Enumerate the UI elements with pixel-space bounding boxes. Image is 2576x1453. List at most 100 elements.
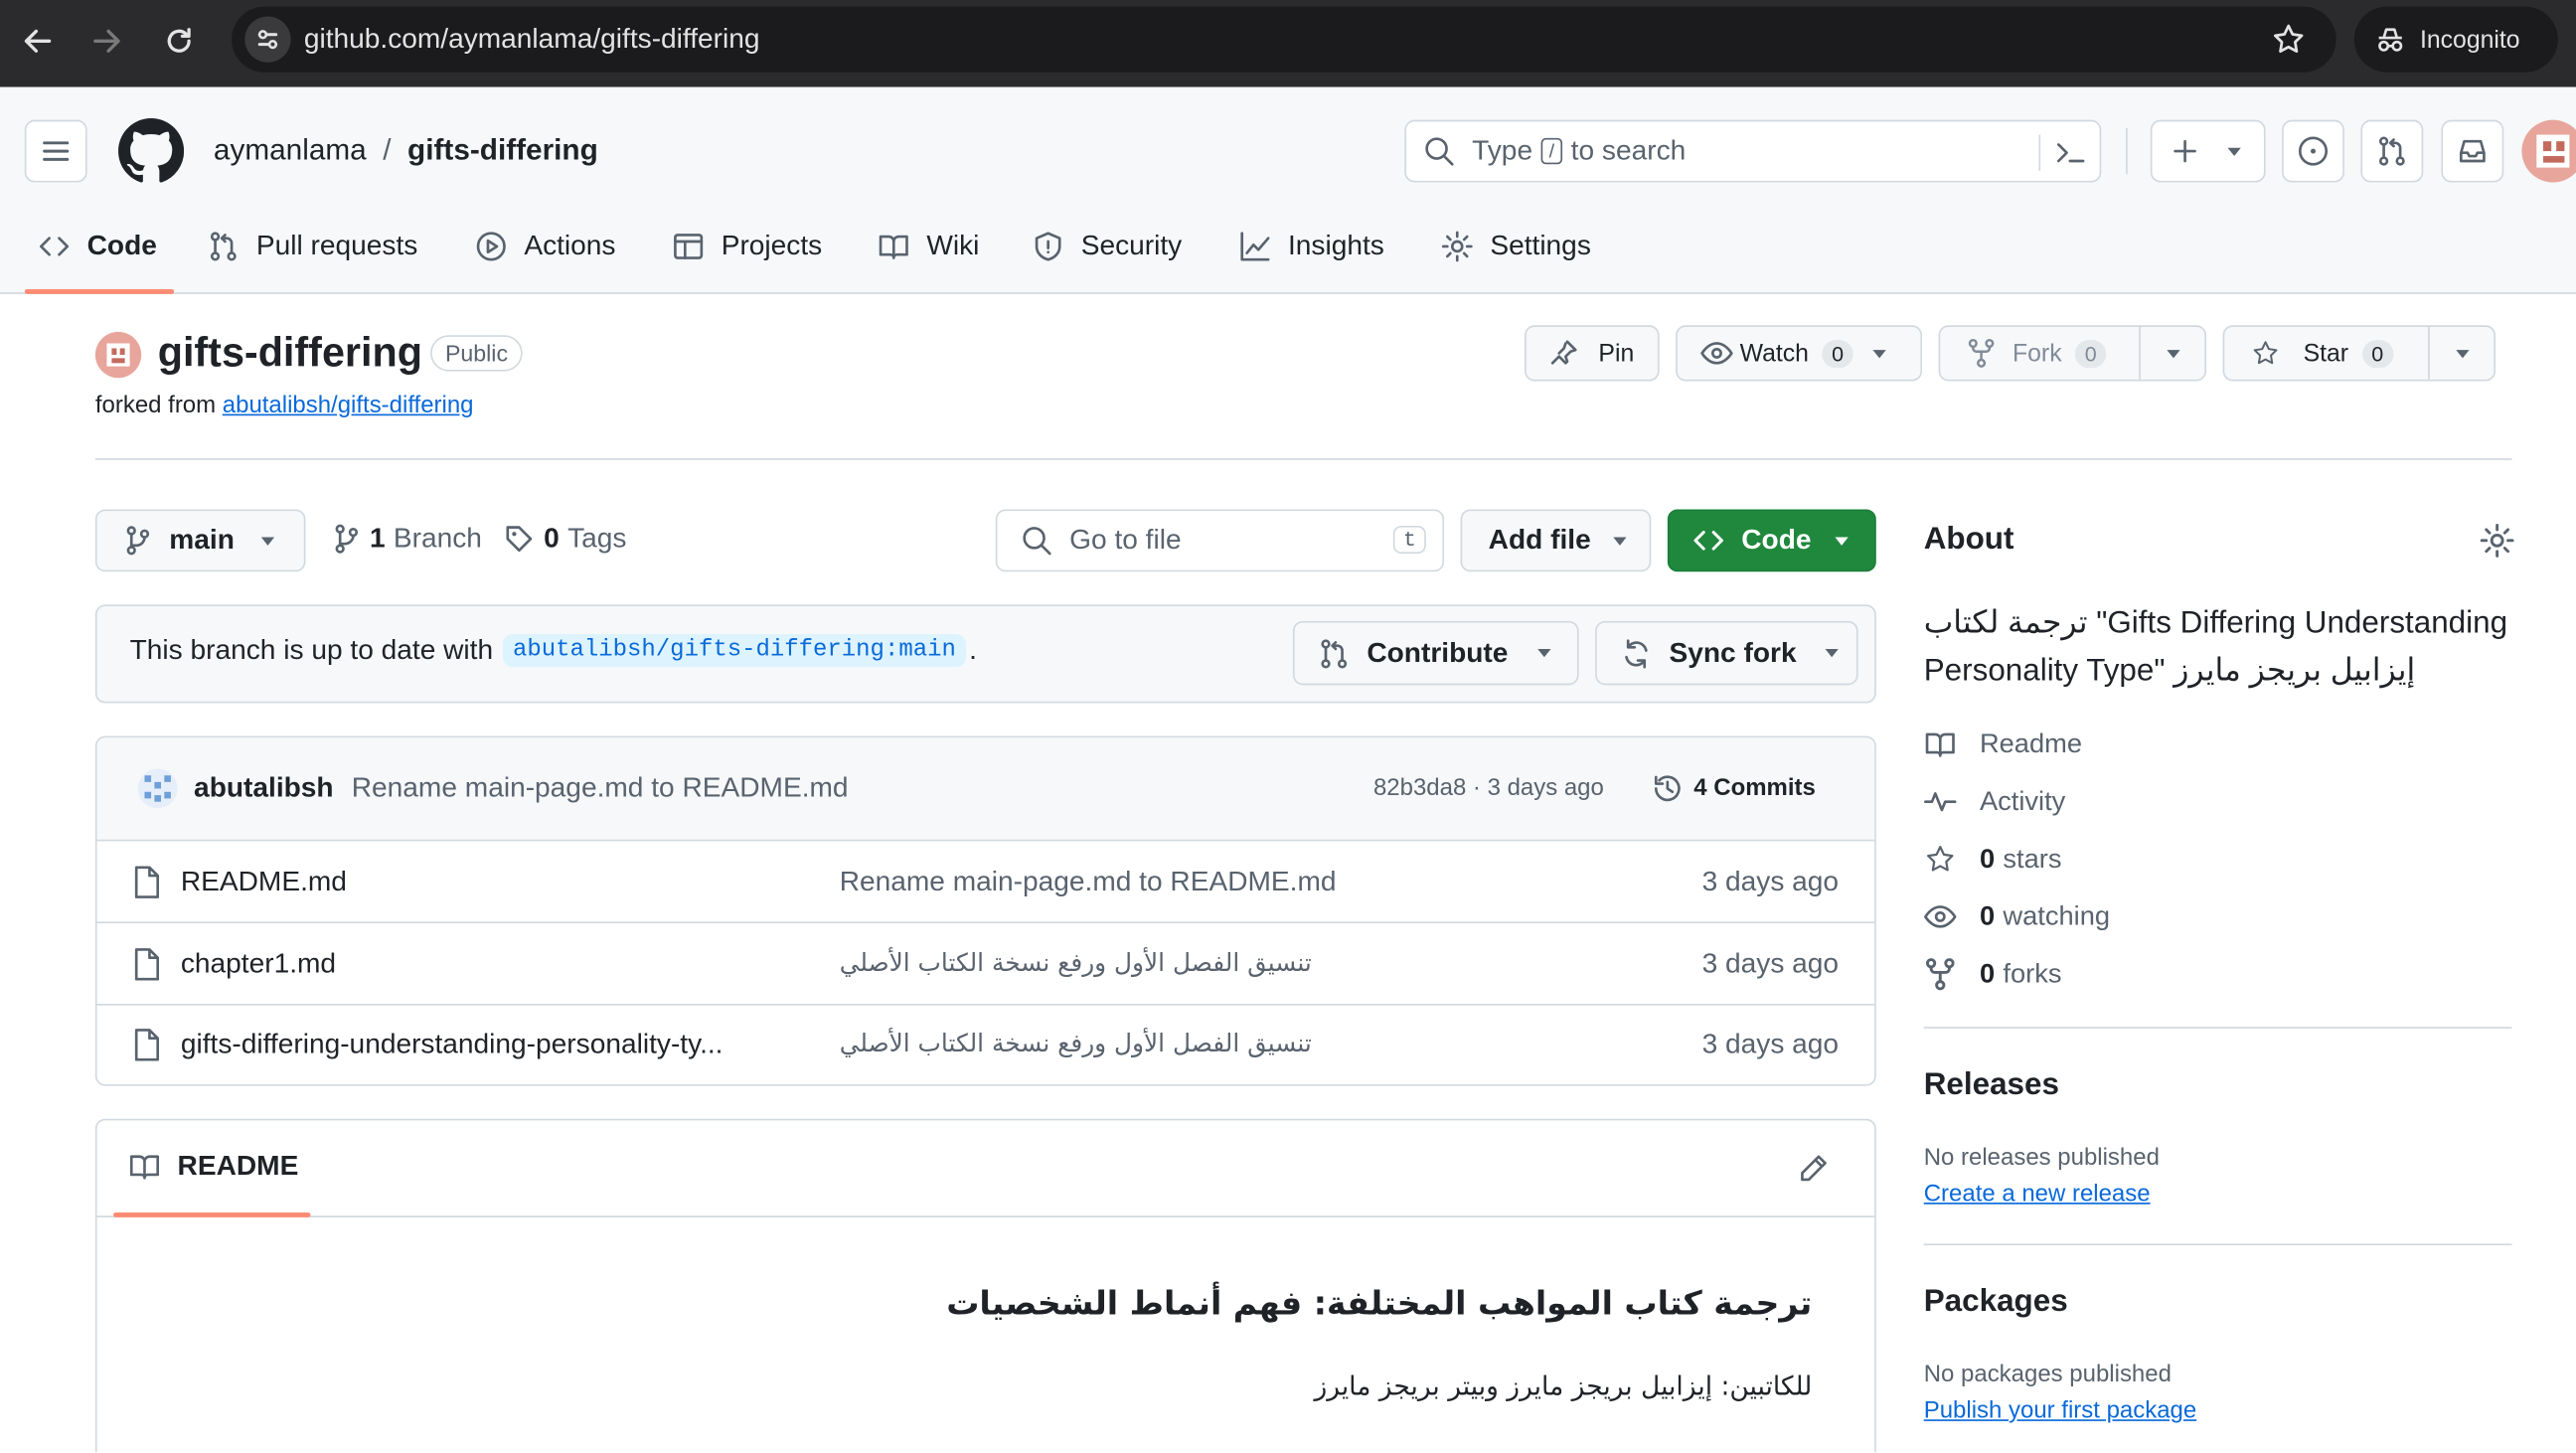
activity-link[interactable]: Activity [1924,782,2066,822]
stars-count: 0 [1979,843,1996,874]
fork-button[interactable]: Fork 0 [1938,325,2141,382]
play-icon [476,232,506,261]
book-icon [129,1155,160,1180]
pin-button[interactable]: Pin [1525,325,1660,382]
watching-label: watching [2003,900,2111,931]
chevron-down-icon [1826,648,1840,658]
tab-projects[interactable]: Projects [672,221,822,273]
issues-button[interactable] [2282,119,2344,183]
commit-author[interactable]: abutalibsh [194,772,334,805]
file-name[interactable]: chapter1.md [181,948,336,981]
tag-icon [506,526,533,553]
commit-message[interactable]: Rename main-page.md to README.md [352,772,849,805]
forward-icon[interactable] [88,23,124,59]
watch-label: Watch [1739,339,1809,368]
packages-title[interactable]: Packages [1924,1285,2068,1321]
inbox-icon [2459,139,2486,163]
star-dropdown-button[interactable] [2428,325,2496,382]
incognito-indicator[interactable]: Incognito [2353,6,2558,73]
menu-button[interactable] [24,119,87,183]
about-settings-gear-icon[interactable] [2479,523,2514,559]
chevron-down-icon [1613,536,1628,545]
stars-link[interactable]: 0 stars [1924,840,2062,880]
commit-author-avatar[interactable] [137,768,178,809]
avatar[interactable] [2521,119,2576,183]
repo-title[interactable]: gifts-differing [158,330,422,378]
commits-link[interactable]: 4 Commits [1651,772,1816,805]
watch-count: 0 [1822,339,1853,368]
tab-insights[interactable]: Insights [1238,221,1384,273]
tab-label: Projects [721,230,823,261]
fork-label: Fork [2012,339,2062,368]
file-date: 3 days ago [1701,1028,1840,1060]
repo-link[interactable]: gifts-differing [407,133,598,168]
releases-title[interactable]: Releases [1924,1067,2059,1103]
no-packages-text: No packages published [1923,1362,2172,1388]
watching-link[interactable]: 0 watching [1924,897,2110,937]
file-date: 3 days ago [1701,947,1840,980]
back-icon[interactable] [20,23,56,59]
activity-label: Activity [1979,785,2066,816]
command-palette-icon[interactable] [2050,136,2090,169]
site-info-icon[interactable] [244,16,291,63]
address-bar[interactable]: github.com/aymanlama/gifts-differing [232,6,2336,73]
code-label: Code [1741,524,1812,556]
add-file-button[interactable]: Add file [1460,509,1652,572]
sync-icon [1625,638,1648,668]
commit-meta[interactable]: 82b3da8 · 3 days ago [1373,775,1604,801]
sync-fork-button[interactable]: Sync fork [1595,620,1858,686]
file-commit-message[interactable]: تنسيق الفصل الأول ورفع نسخة الكتاب الأصل… [840,948,1312,978]
star-button[interactable]: Star 0 [2222,325,2430,382]
chevron-down-icon [260,536,274,545]
tab-actions[interactable]: Actions [475,221,615,273]
create-release-link[interactable]: Create a new release [1924,1182,2151,1208]
shield-icon [1035,232,1061,261]
branch-selector[interactable]: main [94,509,306,572]
file-name[interactable]: README.md [181,866,347,898]
github-logo-icon[interactable] [118,118,185,184]
sidebar-divider [1923,1243,2512,1246]
chevron-down-icon [1537,648,1551,658]
sync-fork-label: Sync fork [1669,636,1797,668]
file-commit-message[interactable]: تنسيق الفصل الأول ورفع نسخة الكتاب الأصل… [840,1029,1312,1058]
create-new-button[interactable] [2150,119,2266,183]
history-icon [1654,775,1681,802]
branch-word: Branch [393,522,482,555]
bookmark-star-icon[interactable] [2271,21,2307,57]
tags-link[interactable]: 0 Tags [504,523,626,556]
readme-tab[interactable]: README [128,1150,298,1183]
tab-settings[interactable]: Settings [1441,221,1591,273]
search-shortcut-key: / [1540,137,1563,165]
branches-link[interactable]: 1 Branch [332,523,482,556]
branch-status-message: This branch is up to date with [129,634,494,666]
table-icon [674,234,704,259]
tab-wiki[interactable]: Wiki [878,221,979,273]
url-text[interactable]: github.com/aymanlama/gifts-differing [304,23,760,56]
forked-from-link[interactable]: abutalibsh/gifts-differing [223,393,474,418]
book-icon [1925,732,1955,757]
forks-link[interactable]: 0 forks [1924,954,2062,994]
watch-button[interactable]: Watch 0 [1676,325,1923,382]
fork-dropdown-button[interactable] [2139,325,2207,382]
incognito-icon [2378,28,2403,52]
inbox-button[interactable] [2441,119,2504,183]
reload-icon[interactable] [161,23,197,59]
file-name[interactable]: gifts-differing-understanding-personalit… [181,1029,724,1061]
star-label: Star [2303,339,2349,368]
search-input[interactable]: Type / to search [1404,119,2102,183]
tab-security[interactable]: Security [1032,221,1182,273]
owner-link[interactable]: aymanlama [214,133,367,168]
file-commit-message[interactable]: Rename main-page.md to README.md [840,866,1337,898]
search-suffix: to search [1570,134,1687,166]
eye-icon [1700,342,1733,365]
readme-link[interactable]: Readme [1924,725,2082,764]
pull-requests-button[interactable] [2360,119,2424,183]
tab-pull-requests[interactable]: Pull requests [207,221,417,273]
edit-readme-icon[interactable] [1797,1152,1830,1185]
upstream-ref[interactable]: abutalibsh/gifts-differing:main [503,634,966,668]
go-to-file-input[interactable]: Go to file t [995,509,1445,572]
contribute-button[interactable]: Contribute [1292,620,1579,686]
tab-code[interactable]: Code [38,221,157,273]
code-button[interactable]: Code [1667,509,1876,572]
publish-package-link[interactable]: Publish your first package [1924,1398,2196,1424]
